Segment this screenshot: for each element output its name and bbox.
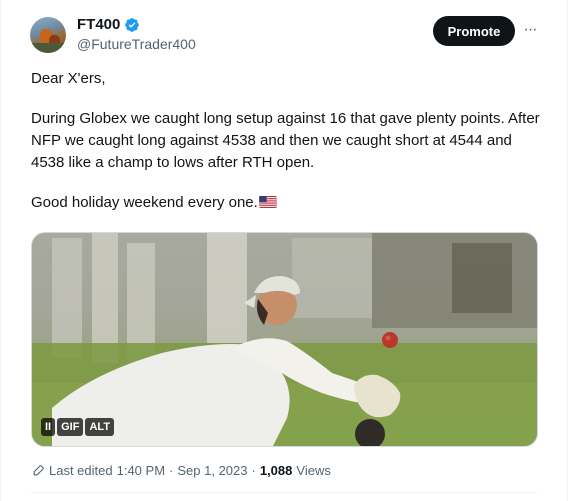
tweet-paragraph-2-wrap: Good holiday weekend every one.: [31, 192, 541, 214]
pause-button[interactable]: II: [41, 418, 56, 436]
edit-pencil-icon: [33, 465, 44, 476]
views-label[interactable]: Views: [296, 463, 330, 478]
tweet-date[interactable]: Sep 1, 2023: [177, 463, 247, 478]
views-count[interactable]: 1,088: [260, 463, 293, 478]
tweet-card: FT400 @FutureTrader400 Promote ··· Dear …: [0, 0, 568, 501]
author-name-row: FT400: [77, 16, 140, 33]
tweet-text: Dear X'ers, During Globex we caught long…: [31, 68, 541, 214]
verified-badge-icon: [125, 17, 140, 32]
tweet-meta: Last edited 1:40 PM · Sep 1, 2023 · 1,08…: [32, 463, 331, 478]
gif-frame-illustration: [32, 233, 537, 446]
us-flag-emoji-icon: [259, 196, 277, 208]
alt-text-button[interactable]: ALT: [85, 418, 115, 436]
meta-separator-1: ·: [169, 463, 174, 478]
divider: [31, 492, 537, 493]
tweet-paragraph-2: Good holiday weekend every one.: [31, 194, 258, 211]
more-options-icon[interactable]: ···: [522, 18, 538, 42]
author-avatar[interactable]: [30, 17, 66, 53]
tweet-paragraph-1: During Globex we caught long setup again…: [31, 110, 540, 171]
promote-button[interactable]: Promote: [433, 16, 515, 46]
gif-badge: GIF: [57, 418, 84, 436]
meta-separator-2: ·: [251, 463, 256, 478]
last-edited-label[interactable]: Last edited: [49, 463, 113, 478]
media-badges: II GIF ALT: [41, 418, 115, 436]
tweet-media-gif[interactable]: [31, 232, 538, 447]
tweet-time[interactable]: 1:40 PM: [117, 463, 165, 478]
author-handle[interactable]: @FutureTrader400: [77, 36, 196, 52]
author-display-name[interactable]: FT400: [77, 16, 120, 33]
tweet-greeting: Dear X'ers,: [31, 70, 106, 87]
